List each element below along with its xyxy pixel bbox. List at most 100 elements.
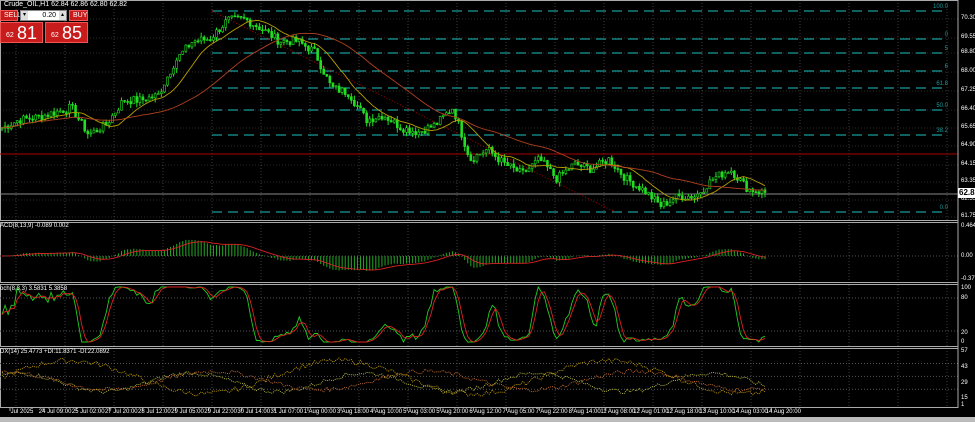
lot-decrease-button[interactable]: ▾ bbox=[21, 11, 28, 20]
candle-body bbox=[711, 179, 715, 181]
candle-body bbox=[536, 156, 540, 161]
candle-body bbox=[291, 36, 295, 45]
moving-average-slow bbox=[1, 32, 766, 191]
fib-level-label: 6 bbox=[944, 64, 948, 70]
candle-body bbox=[472, 160, 476, 162]
panel-border bbox=[0, 222, 959, 283]
candle-body bbox=[181, 50, 185, 55]
candle-body bbox=[245, 17, 249, 21]
time-axis-label: 7 Aug 05:00 bbox=[502, 409, 535, 415]
candle-body bbox=[662, 201, 666, 208]
candle-body bbox=[359, 105, 362, 109]
chart-canvas[interactable] bbox=[0, 0, 975, 422]
candle-body bbox=[484, 149, 488, 154]
lot-size-input[interactable]: ▾ 0.20 ▴ bbox=[20, 10, 67, 21]
candle-body bbox=[264, 29, 267, 31]
candle-body bbox=[365, 112, 368, 124]
candle-body bbox=[242, 16, 246, 19]
candle-body bbox=[58, 110, 62, 113]
time-axis-label: 3 Aug 18:00 bbox=[336, 409, 370, 415]
time-axis-label: 29 Jul 22:00 bbox=[204, 409, 237, 415]
candle-body bbox=[322, 68, 326, 75]
candle-body bbox=[438, 116, 442, 125]
candle-body bbox=[469, 154, 473, 161]
candle-body bbox=[313, 46, 316, 49]
candle-body bbox=[503, 157, 506, 163]
candle-body bbox=[123, 100, 126, 102]
candle-body bbox=[175, 59, 178, 69]
candle-body bbox=[671, 199, 675, 203]
candle-body bbox=[395, 119, 399, 129]
candle-body bbox=[371, 118, 375, 123]
candle-body bbox=[16, 120, 19, 124]
candle-body bbox=[509, 163, 512, 166]
candle-body bbox=[564, 169, 568, 174]
candle-body bbox=[353, 100, 356, 106]
plus-di-line bbox=[1, 371, 766, 395]
candle-body bbox=[598, 160, 601, 167]
time-axis-label: 8 Aug 14:00 bbox=[568, 409, 601, 415]
candle-body bbox=[521, 168, 525, 171]
lot-increase-button[interactable]: ▴ bbox=[59, 11, 66, 20]
candle-body bbox=[153, 93, 157, 99]
candle-body bbox=[343, 87, 347, 95]
candle-body bbox=[475, 154, 479, 162]
candle-body bbox=[206, 39, 209, 41]
candle-body bbox=[500, 157, 503, 163]
buy-button[interactable]: BUY bbox=[69, 10, 88, 21]
candle-body bbox=[184, 44, 188, 52]
candle-body bbox=[316, 48, 319, 61]
candle-body bbox=[12, 122, 16, 127]
candle-body bbox=[255, 25, 258, 28]
candle-body bbox=[22, 115, 25, 124]
price-axis-label: 67.25 bbox=[961, 87, 975, 93]
sell-price-button[interactable]: 62 81 bbox=[0, 22, 43, 43]
candle-body bbox=[89, 132, 93, 135]
candle-body bbox=[334, 85, 338, 88]
price-axis-label: 66.40 bbox=[961, 106, 975, 112]
buy-price-button[interactable]: 62 85 bbox=[45, 22, 88, 43]
candle-body bbox=[377, 116, 381, 120]
price-axis-label: 64.15 bbox=[961, 161, 975, 167]
adx-axis-label: 29 bbox=[961, 380, 968, 386]
candle-body bbox=[65, 112, 68, 114]
candle-body bbox=[337, 85, 341, 93]
price-axis-label: 68.80 bbox=[961, 49, 975, 55]
candle-body bbox=[147, 96, 151, 102]
candle-body bbox=[310, 46, 313, 52]
candle-body bbox=[463, 136, 467, 147]
candle-body bbox=[55, 110, 59, 116]
candle-body bbox=[745, 180, 748, 192]
candle-body bbox=[331, 82, 335, 88]
candle-body bbox=[374, 118, 378, 123]
candle-body bbox=[368, 118, 372, 124]
candle-body bbox=[193, 40, 197, 43]
candle-body bbox=[592, 168, 595, 173]
candle-body bbox=[733, 170, 736, 178]
candle-body bbox=[524, 169, 528, 172]
candle-body bbox=[307, 45, 310, 52]
time-axis-label: 4 Aug 10:00 bbox=[370, 409, 403, 415]
candle-body bbox=[114, 112, 117, 116]
stoch-axis-label: 100 bbox=[961, 285, 972, 291]
candle-body bbox=[659, 201, 663, 208]
candle-body bbox=[386, 116, 390, 121]
one-click-trading-panel: SELL ▾ 0.20 ▴ BUY 62 81 62 85 bbox=[0, 10, 88, 43]
candle-body bbox=[432, 123, 436, 128]
chart-title: Crude_OIL,H1 62.84 62.86 62.80 62.82 bbox=[4, 1, 127, 8]
sell-button[interactable]: SELL bbox=[0, 10, 21, 21]
candle-body bbox=[540, 156, 543, 162]
candle-body bbox=[40, 115, 44, 120]
candle-body bbox=[328, 75, 332, 84]
time-axis-label: 29 Jul 05:00 bbox=[171, 409, 204, 415]
fibonacci-trendline[interactable] bbox=[211, 10, 616, 213]
candle-body bbox=[408, 127, 411, 134]
chart-tabs-bar[interactable] bbox=[0, 417, 975, 422]
candle-body bbox=[414, 131, 417, 136]
candle-body bbox=[399, 127, 402, 131]
fib-level-label: 38.2 bbox=[936, 128, 948, 134]
candle-body bbox=[650, 192, 653, 200]
lot-value[interactable]: 0.20 bbox=[42, 12, 56, 19]
candle-body bbox=[135, 96, 139, 103]
candle-body bbox=[98, 130, 102, 133]
